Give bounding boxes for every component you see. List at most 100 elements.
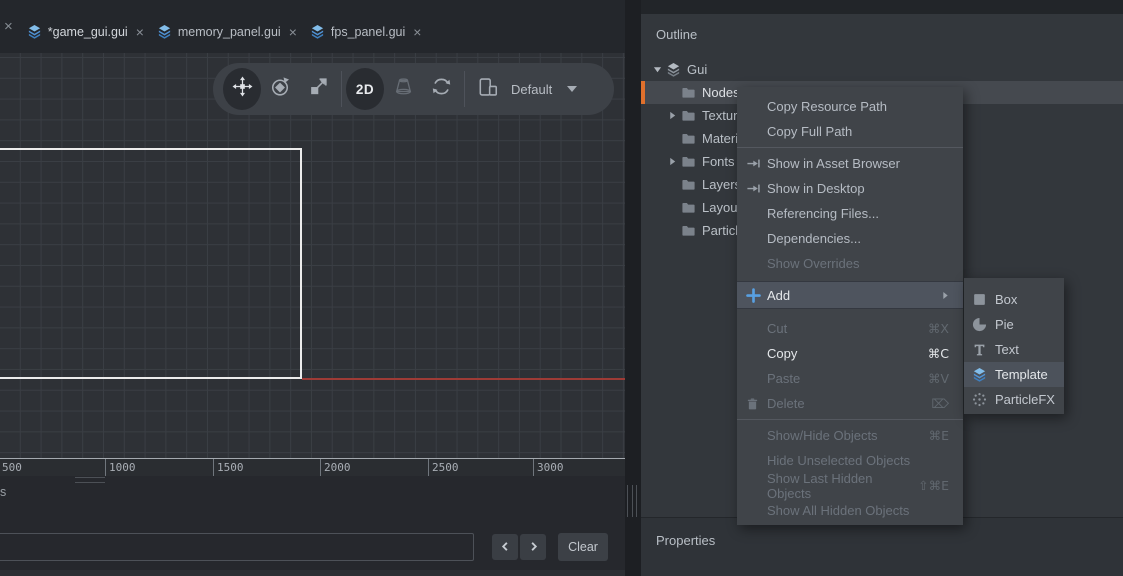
frustum-icon	[393, 76, 414, 102]
folder-icon	[681, 177, 697, 192]
menu-item-show-in-asset-browser[interactable]: Show in Asset Browser	[737, 151, 963, 176]
tab--game-gui-gui[interactable]: *game_gui.gui×	[23, 16, 153, 47]
menu-shortcut: ⌘E	[929, 428, 949, 443]
mode-2d-label: 2D	[356, 82, 374, 97]
mode-2d-toggle[interactable]: 2D	[346, 63, 384, 115]
menu-item-label: Paste	[767, 371, 800, 386]
tab-close-icon[interactable]: ×	[136, 25, 144, 39]
menu-separator	[737, 419, 963, 420]
menu-item-label: Copy Resource Path	[767, 99, 887, 114]
caret-down-icon[interactable]	[566, 80, 578, 98]
gui-canvas-bounds	[0, 148, 302, 379]
tab-label: memory_panel.gui	[178, 25, 281, 39]
menu-item-referencing-files-[interactable]: Referencing Files...	[737, 201, 963, 226]
submenu-item-template[interactable]: Template	[964, 362, 1064, 387]
template-icon	[972, 367, 989, 382]
pie-icon	[972, 317, 989, 332]
move-icon	[232, 76, 253, 102]
menu-item-dependencies-[interactable]: Dependencies...	[737, 226, 963, 251]
profile-select[interactable]: Default	[507, 82, 560, 97]
ruler-tick	[213, 459, 214, 477]
menu-shortcut: ⌘C	[928, 346, 949, 361]
next-result-button[interactable]	[520, 534, 546, 560]
menu-item-label: Show in Asset Browser	[767, 156, 900, 171]
scale-tool[interactable]	[299, 63, 337, 115]
ruler-tick	[320, 459, 321, 477]
scale-icon	[308, 76, 329, 102]
menu-item-copy[interactable]: Copy⌘C	[737, 341, 963, 366]
ruler-tick-label: 2000	[324, 461, 351, 474]
caret-expanded-icon[interactable]	[653, 65, 666, 74]
text-icon	[972, 342, 989, 357]
menu-item-delete: Delete⌦	[737, 391, 963, 416]
submenu-item-particlefx[interactable]: ParticleFX	[964, 387, 1064, 412]
properties-panel-title: Properties	[656, 533, 715, 548]
add-submenu: Box Pie TextTemplateParticleFX	[964, 278, 1064, 414]
tab-memory-panel-gui[interactable]: memory_panel.gui ×	[153, 16, 306, 47]
ruler-tick	[105, 459, 106, 477]
clear-button[interactable]: Clear	[558, 533, 608, 561]
outline-item-label: Fonts	[702, 154, 735, 169]
close-icon[interactable]: ×	[0, 19, 17, 34]
tab-fps-panel-gui[interactable]: fps_panel.gui×	[306, 16, 431, 47]
menu-item-hide-unselected-objects: Hide Unselected Objects	[737, 448, 963, 473]
tab-close-icon[interactable]: ×	[289, 25, 297, 39]
menu-item-show-hide-objects: Show/Hide Objects⌘E	[737, 423, 963, 448]
gui-icon	[310, 24, 325, 39]
arrow-into-icon	[746, 181, 764, 196]
device-icon	[477, 76, 499, 103]
menu-shortcut: ⌘V	[928, 371, 949, 386]
vertical-splitter-handle[interactable]	[627, 485, 637, 517]
toolbar-separator	[464, 71, 465, 107]
rotate-tool[interactable]	[261, 63, 299, 115]
camera-rotate-tool[interactable]	[422, 63, 460, 115]
submenu-item-text[interactable]: Text	[964, 337, 1064, 362]
orbit-icon	[431, 76, 452, 102]
perspective-tool[interactable]	[384, 63, 422, 115]
splitter-handle[interactable]	[75, 477, 105, 483]
menu-item-cut: Cut⌘X	[737, 316, 963, 341]
folder-icon	[681, 154, 697, 169]
x-axis-line	[302, 378, 625, 380]
submenu-item-box[interactable]: Box	[964, 287, 1064, 312]
menu-item-paste: Paste ⌘V	[737, 366, 963, 391]
chevron-left-icon	[500, 540, 511, 555]
menu-item-copy-resource-path[interactable]: Copy Resource Path	[737, 94, 963, 119]
particlefx-icon	[972, 392, 989, 407]
outline-item-label: Nodes	[702, 85, 740, 100]
chevron-right-icon	[528, 540, 539, 555]
menu-item-add[interactable]: Add	[737, 281, 963, 309]
menu-item-show-overrides: Show Overrides	[737, 251, 963, 276]
ruler-tick	[428, 459, 429, 477]
arrow-into-icon	[746, 156, 764, 171]
ruler-tick-label: 1500	[217, 461, 244, 474]
ruler-tick-label: 500	[2, 461, 22, 474]
menu-item-label: Show Overrides	[767, 256, 859, 271]
menu-item-label: Show in Desktop	[767, 181, 865, 196]
status-strip	[0, 570, 625, 576]
menu-shortcut: ⌘X	[928, 321, 949, 336]
caret-collapsed-icon[interactable]	[668, 157, 681, 166]
submenu-item-pie[interactable]: Pie	[964, 312, 1064, 337]
move-tool[interactable]	[223, 63, 261, 115]
trash-icon	[746, 397, 764, 411]
outline-item-gui[interactable]: Gui	[641, 58, 1123, 81]
context-menu: Copy Resource Path Copy Full Path Show in …	[737, 87, 963, 525]
gui-icon	[157, 24, 172, 39]
toolbar-separator	[341, 71, 342, 107]
bottom-pane: s Clear	[0, 476, 625, 576]
tab-close-icon[interactable]: ×	[413, 25, 421, 39]
menu-shortcut: ⌦	[931, 396, 949, 411]
menu-item-show-all-hidden-objects: Show All Hidden Objects	[737, 498, 963, 523]
menu-item-copy-full-path[interactable]: Copy Full Path	[737, 119, 963, 144]
device-profile-button[interactable]	[469, 63, 507, 115]
submenu-item-label: Pie	[995, 317, 1014, 332]
console-search-input[interactable]	[0, 533, 474, 561]
caret-collapsed-icon[interactable]	[668, 111, 681, 120]
menu-item-show-in-desktop[interactable]: Show in Desktop	[737, 176, 963, 201]
menu-item-label: Show Last Hidden Objects	[767, 471, 918, 501]
menu-item-label: Show All Hidden Objects	[767, 503, 909, 518]
scene-viewport[interactable]: 2D Default	[0, 53, 625, 458]
prev-result-button[interactable]	[492, 534, 518, 560]
editor-window: × *game_gui.gui×memory_panel.gui×fps_pan…	[0, 0, 1123, 576]
